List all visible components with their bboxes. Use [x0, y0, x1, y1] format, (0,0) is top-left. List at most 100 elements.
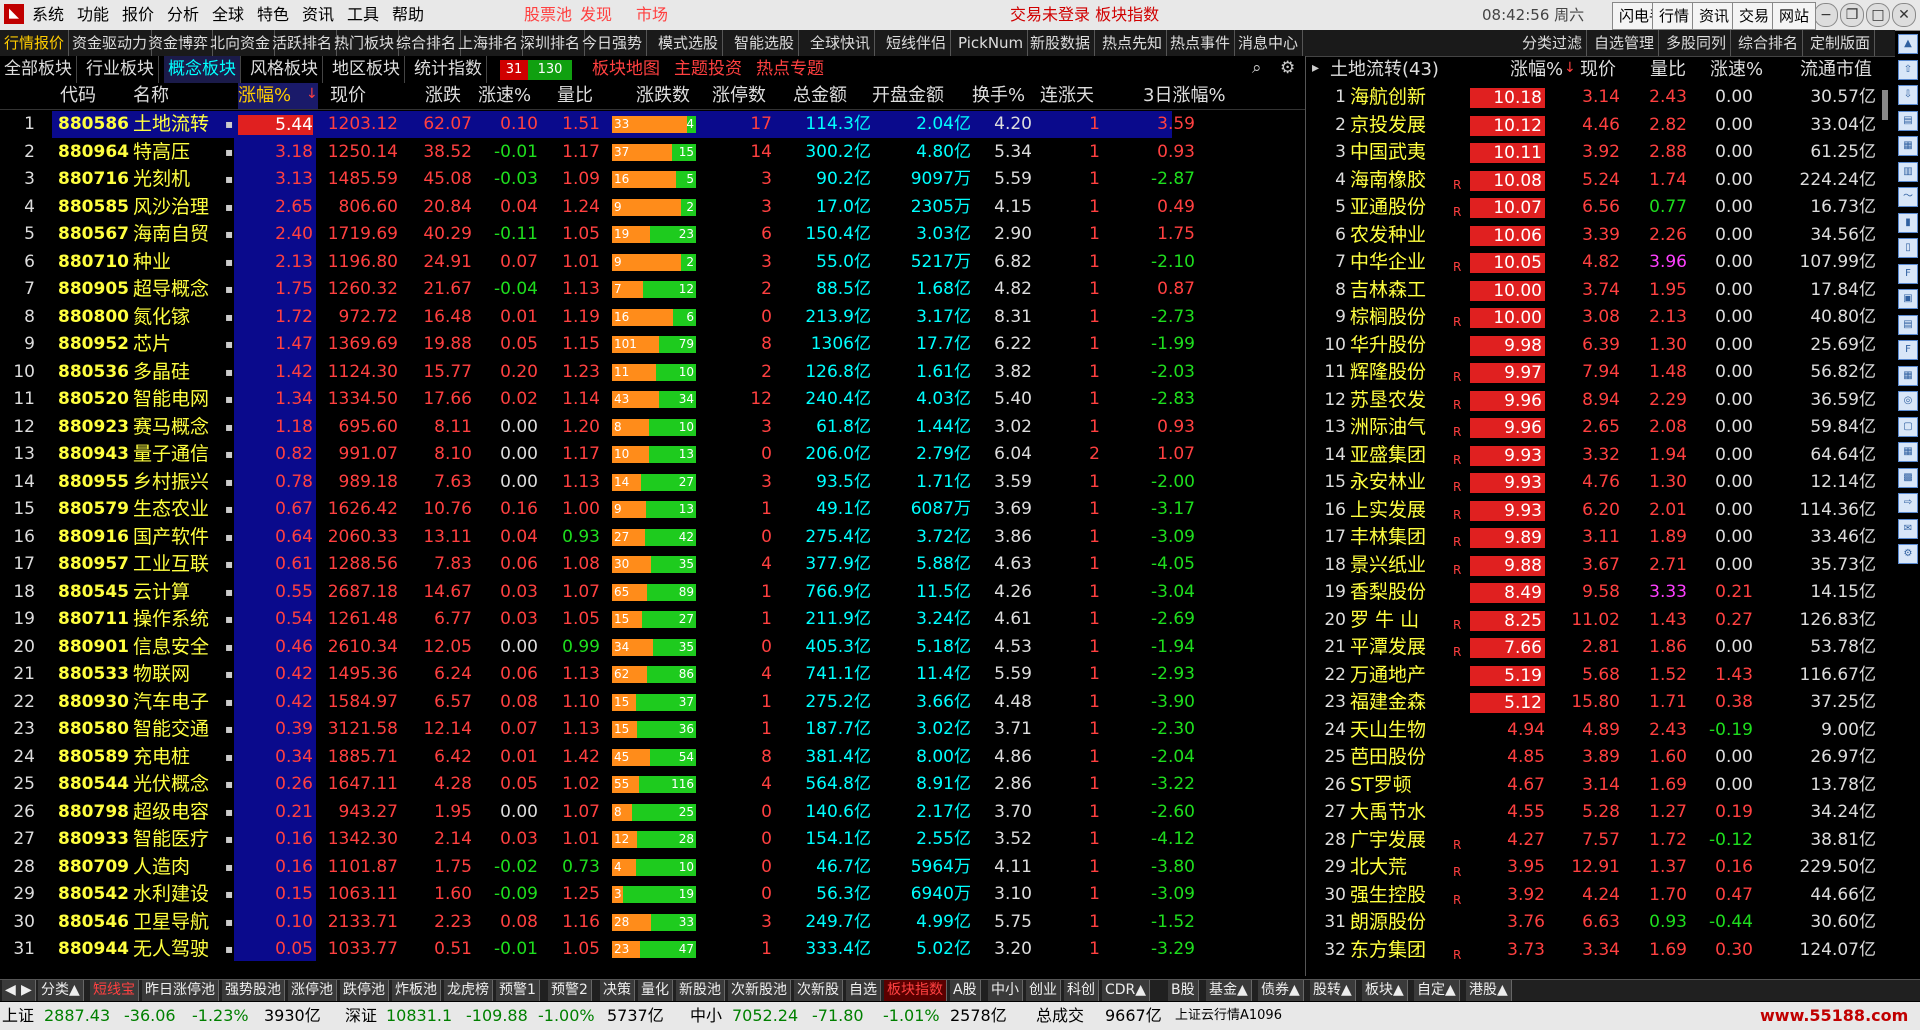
table-row[interactable]: 13 洲际油气 R 9.96 2.65 2.08 0.00 59.84亿: [1310, 414, 1890, 442]
bottom-tab[interactable]: 基金▲: [1206, 980, 1252, 1001]
table-row[interactable]: 23 福建金森 5.12 15.80 1.71 0.38 37.25亿: [1310, 689, 1890, 717]
side-tool-icon[interactable]: ▦: [1898, 136, 1918, 156]
table-row[interactable]: 18 景兴纸业 R 9.88 3.67 2.71 0.00 35.73亿: [1310, 552, 1890, 580]
side-tool-icon[interactable]: ◎: [1898, 391, 1918, 411]
column-header[interactable]: 连涨天: [1040, 83, 1094, 109]
tab-feature[interactable]: 板块地图: [588, 56, 664, 83]
table-row[interactable]: 2 京投发展 10.12 4.46 2.82 0.00 33.04亿: [1310, 112, 1890, 140]
menu-item[interactable]: 帮助: [392, 0, 424, 30]
table-row[interactable]: 15 永安林业 R 9.93 4.76 1.30 0.00 12.14亿: [1310, 469, 1890, 497]
menu-item[interactable]: 报价: [122, 0, 154, 30]
bottom-tab[interactable]: 板块指数: [884, 980, 947, 1001]
tab-function[interactable]: 定制版面: [1806, 30, 1876, 56]
table-row[interactable]: 12 苏垦农发 R 9.96 8.94 2.29 0.00 36.59亿: [1310, 387, 1890, 415]
table-row[interactable]: 8 吉林森工 10.00 3.74 1.95 0.00 17.84亿: [1310, 277, 1890, 305]
table-row[interactable]: 21 880533 物联网 0.42 1495.36 6.24 0.06 1.13 4 741.1…: [0, 661, 1305, 689]
table-row[interactable]: 6 880710 种业 2.13 1196.80 24.91 0.07 1.01 3 55.0亿 5…: [0, 249, 1305, 277]
bottom-tab[interactable]: 昨日涨停池: [142, 980, 219, 1001]
table-row[interactable]: 24 天山生物 4.94 4.89 2.43 -0.19 9.00亿: [1310, 717, 1890, 745]
table-row[interactable]: 3 中国武夷 10.11 3.92 2.88 0.00 61.25亿: [1310, 139, 1890, 167]
side-tool-icon[interactable]: ▲: [1898, 34, 1918, 54]
right-column-header[interactable]: 涨幅%: [1510, 57, 1563, 83]
bottom-tab[interactable]: 强势股池: [222, 980, 285, 1001]
table-row[interactable]: 28 880709 人造肉 0.16 1101.87 1.75 -0.02 0.73 0 46.7…: [0, 854, 1305, 882]
bottom-tab[interactable]: 预警1: [496, 980, 540, 1001]
bottom-tab[interactable]: 短线宝: [90, 980, 139, 1001]
table-row[interactable]: 4 海南橡胶 R 10.08 5.24 1.74 0.00 224.24亿: [1310, 167, 1890, 195]
tab-sector[interactable]: 地区板块: [328, 56, 405, 83]
bottom-tab[interactable]: 创业: [1026, 980, 1061, 1001]
table-row[interactable]: 25 880544 光伏概念 0.26 1647.11 4.28 0.05 1.02 4 564.…: [0, 771, 1305, 799]
bottom-tab[interactable]: 龙虎榜: [444, 980, 493, 1001]
tab-sector[interactable]: 概念板块: [164, 56, 241, 83]
table-row[interactable]: 8 880800 氮化镓 1.72 972.72 16.48 0.01 1.19 0 213.9亿…: [0, 304, 1305, 332]
toolbar-button[interactable]: 资讯: [1692, 2, 1737, 30]
column-header[interactable]: 换手%: [972, 83, 1025, 109]
tab-function[interactable]: 分类过滤: [1518, 30, 1588, 56]
next-icon[interactable]: ▶: [18, 980, 36, 1001]
table-row[interactable]: 15 880579 生态农业 0.67 1626.42 10.76 0.16 1.00 1 49.…: [0, 496, 1305, 524]
menu-item[interactable]: 功能: [77, 0, 109, 30]
table-row[interactable]: 19 香梨股份 8.49 9.58 3.33 0.21 14.15亿: [1310, 579, 1890, 607]
menu-item-highlight[interactable]: 市场: [636, 0, 668, 30]
tab-feature[interactable]: 主题投资: [670, 56, 746, 83]
tab-function[interactable]: 综合排名: [1734, 30, 1804, 56]
tab-function[interactable]: 资金驱动力: [68, 30, 153, 56]
menu-item-highlight[interactable]: 发现: [580, 0, 612, 30]
tab-function[interactable]: 消息中心: [1234, 30, 1304, 56]
table-row[interactable]: 13 880943 量子通信 0.82 991.07 8.10 0.00 1.17 0 206.0…: [0, 441, 1305, 469]
table-row[interactable]: 10 880536 多晶硅 1.42 1124.30 15.77 0.20 1.23 2 126.…: [0, 359, 1305, 387]
right-column-header[interactable]: 流通市值: [1800, 57, 1872, 83]
table-row[interactable]: 9 880952 芯片 1.47 1369.69 19.88 0.05 1.15 8 1306亿 1…: [0, 331, 1305, 359]
table-row[interactable]: 29 880542 水利建设 0.15 1063.11 1.60 -0.09 1.25 0 56.…: [0, 881, 1305, 909]
table-row[interactable]: 16 上实发展 R 9.93 6.20 2.01 0.00 114.36亿: [1310, 497, 1890, 525]
tab-sector[interactable]: 风格板块: [246, 56, 323, 83]
side-tool-icon[interactable]: 〜: [1898, 187, 1918, 207]
side-tool-icon[interactable]: ▦: [1898, 442, 1918, 462]
table-row[interactable]: 7 中华企业 R 10.05 4.82 3.96 0.00 107.99亿: [1310, 249, 1890, 277]
bottom-tab[interactable]: 股转▲: [1310, 980, 1356, 1001]
tab-quotes[interactable]: 行情报价: [0, 30, 70, 56]
bottom-tab[interactable]: 炸板池: [392, 980, 441, 1001]
bottom-tab[interactable]: 预警2: [548, 980, 592, 1001]
table-row[interactable]: 6 农发种业 10.06 3.39 2.26 0.00 34.56亿: [1310, 222, 1890, 250]
bottom-tab[interactable]: 港股▲: [1466, 980, 1512, 1001]
menu-item[interactable]: 系统: [32, 0, 64, 30]
tab-function[interactable]: 热点先知: [1098, 30, 1168, 56]
table-row[interactable]: 5 亚通股份 R 10.07 6.56 0.77 0.00 16.73亿: [1310, 194, 1890, 222]
bottom-tab[interactable]: 决策: [600, 980, 635, 1001]
table-row[interactable]: 17 丰林集团 R 9.89 3.11 1.89 0.00 33.46亿: [1310, 524, 1890, 552]
tab-function[interactable]: 上海排名: [454, 30, 524, 56]
bottom-tab[interactable]: 债券▲: [1258, 980, 1304, 1001]
column-header[interactable]: 量比: [557, 83, 593, 109]
tab-feature[interactable]: 热点专题: [752, 56, 828, 83]
column-header[interactable]: 涨跌: [425, 83, 461, 109]
tab-function[interactable]: 深圳排名: [516, 30, 586, 56]
menu-item[interactable]: 特色: [257, 0, 289, 30]
toolbar-button[interactable]: 交易: [1732, 2, 1777, 30]
side-tool-icon[interactable]: F: [1898, 340, 1918, 360]
side-tool-icon[interactable]: F: [1898, 263, 1918, 284]
right-column-header[interactable]: 涨速%: [1710, 57, 1763, 83]
column-header[interactable]: 代码: [60, 83, 96, 109]
bottom-tab[interactable]: 量化: [638, 980, 673, 1001]
tab-function[interactable]: 多股同列: [1662, 30, 1732, 56]
table-row[interactable]: 9 棕榈股份 R 10.00 3.08 2.13 0.00 40.80亿: [1310, 304, 1890, 332]
column-header[interactable]: 名称: [133, 83, 169, 109]
table-row[interactable]: 21 平潭发展 R 7.66 2.81 1.86 0.00 53.78亿: [1310, 634, 1890, 662]
menu-item[interactable]: 分析: [167, 0, 199, 30]
bottom-tab[interactable]: 跌停池: [340, 980, 389, 1001]
table-row[interactable]: 10 华升股份 9.98 6.39 1.30 0.00 25.69亿: [1310, 332, 1890, 360]
toolbar-button[interactable]: 网站: [1772, 2, 1817, 30]
bottom-tab[interactable]: 科创: [1064, 980, 1099, 1001]
side-tool-icon[interactable]: ▯: [1898, 238, 1918, 258]
table-row[interactable]: 31 朗源股份 3.76 6.63 0.93 -0.44 30.60亿: [1310, 909, 1890, 937]
table-row[interactable]: 22 万通地产 5.19 5.68 1.52 1.43 116.67亿: [1310, 662, 1890, 690]
side-tool-icon[interactable]: ✉: [1898, 518, 1918, 539]
right-column-header[interactable]: 土地流转(43): [1330, 57, 1439, 83]
column-header[interactable]: 总金额: [793, 83, 847, 109]
minimize-icon[interactable]: −: [1814, 3, 1838, 27]
menu-item-highlight[interactable]: 股票池: [524, 0, 572, 30]
table-row[interactable]: 27 大禹节水 4.55 5.28 1.27 0.19 34.24亿: [1310, 799, 1890, 827]
side-tool-icon[interactable]: ▤: [1898, 110, 1918, 131]
